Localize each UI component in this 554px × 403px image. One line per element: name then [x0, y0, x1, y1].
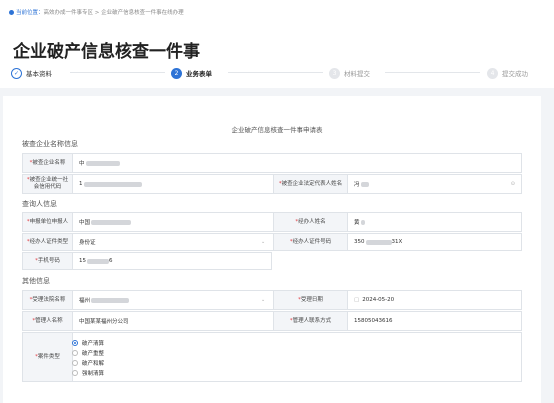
breadcrumb-prefix: 当前位置： — [16, 10, 44, 16]
credit-code-input[interactable]: 1 — [73, 175, 295, 193]
breadcrumb: 当前位置：高效办成一件事专区 > 企业破产信息核查一件事在线办理 — [9, 8, 184, 16]
admin-row: *管理人名称 中国某某福州分公司 *管理人联系方式 15805043616 — [22, 311, 522, 331]
step-business-form[interactable]: 2 业务表单 — [171, 66, 212, 80]
breadcrumb-home[interactable]: 高效办成一件事专区 — [44, 10, 94, 16]
breadcrumb-current: 企业破产信息核查一件事在线办理 — [101, 10, 184, 16]
section-other: 其他信息 — [22, 277, 50, 285]
progress-steps: ✓ 基本资料 2 业务表单 3 材料提交 4 提交成功 — [0, 66, 554, 82]
step-number: 3 — [329, 67, 340, 79]
phone-input[interactable]: 15 6 — [73, 253, 271, 269]
radio-button[interactable] — [72, 340, 78, 346]
step-label: 提交成功 — [502, 70, 528, 78]
step-number: 2 — [171, 67, 182, 79]
case-type-radio-group: 破产清算 破产重整 破产和解 强制清算 — [72, 338, 104, 378]
court-row: *受理法院名称 福州 ⌄ *受理日期 ▢ 2024-05-20 — [22, 290, 522, 310]
admin-name-input[interactable]: 中国某某福州分公司 — [73, 312, 273, 330]
radio-option[interactable]: 破产重整 — [72, 348, 104, 358]
field-label: *经办人姓名 — [273, 213, 348, 231]
form-title: 企业破产信息核查一件事申请表 — [231, 126, 323, 134]
enterprise-name-row: * 被查企业名称 中 — [22, 153, 522, 173]
field-label: *被查企业法定代表人姓名 — [273, 175, 348, 193]
accept-date-picker[interactable]: ▢ 2024-05-20 — [348, 291, 521, 309]
field-label: *手机号码 — [23, 253, 73, 269]
field-label: *受理法院名称 — [23, 291, 73, 309]
applicant-org-input[interactable]: 中国 — [73, 213, 295, 231]
credit-code-row: *被查企业统一社会信用代码 1 *被查企业法定代表人姓名 冯 ⊙ — [22, 174, 522, 194]
court-select[interactable]: 福州 — [73, 291, 273, 309]
step-connector — [228, 72, 323, 73]
id-type-select[interactable]: 身份证 — [73, 234, 273, 250]
search-icon[interactable]: ⊙ — [511, 181, 515, 187]
radio-button[interactable] — [72, 350, 78, 356]
step-connector — [385, 72, 480, 73]
field-label: *管理人联系方式 — [273, 312, 348, 330]
legal-rep-input[interactable]: 冯 — [348, 175, 521, 193]
field-label: *经办人证件号码 — [273, 234, 348, 250]
section-checked-enterprise: 被查企业名称信息 — [22, 140, 78, 148]
field-label: *经办人证件类型 — [23, 234, 73, 250]
chevron-down-icon[interactable]: ⌄ — [261, 239, 265, 245]
field-label: *案件类型 — [23, 333, 73, 381]
handler-name-input[interactable]: 黄 — [348, 213, 521, 231]
enterprise-name-input[interactable]: 中 — [73, 154, 521, 172]
calendar-icon: ▢ — [354, 297, 360, 303]
field-label: *受理日期 — [273, 291, 348, 309]
applicant-row: *申报单位申报人 中国 *经办人姓名 黄 — [22, 212, 522, 232]
field-label: *被查企业统一社会信用代码 — [23, 175, 73, 193]
step-materials[interactable]: 3 材料提交 — [329, 66, 370, 80]
phone-row: *手机号码 15 6 — [22, 252, 272, 270]
step-submitted[interactable]: 4 提交成功 — [487, 66, 528, 80]
check-icon: ✓ — [11, 67, 22, 79]
field-label: * 被查企业名称 — [23, 154, 73, 172]
step-number: 4 — [487, 67, 498, 79]
location-icon — [9, 10, 14, 15]
step-label: 材料提交 — [344, 70, 370, 78]
chevron-down-icon[interactable]: ⌄ — [261, 297, 265, 303]
step-label: 业务表单 — [186, 70, 212, 78]
breadcrumb-separator: > — [94, 10, 100, 16]
field-label: *管理人名称 — [23, 312, 73, 330]
page-title: 企业破产信息核查一件事 — [13, 42, 200, 62]
step-basic-info[interactable]: ✓ 基本资料 — [11, 66, 52, 80]
radio-button[interactable] — [72, 360, 78, 366]
radio-option[interactable]: 强制清算 — [72, 368, 104, 378]
step-label: 基本资料 — [26, 70, 52, 78]
step-connector — [70, 72, 165, 73]
section-query-person: 查询人信息 — [22, 200, 57, 208]
field-label: *申报单位申报人 — [23, 213, 73, 231]
id-row: *经办人证件类型 身份证 ⌄ *经办人证件号码 350 31X — [22, 233, 522, 251]
radio-option[interactable]: 破产清算 — [72, 338, 104, 348]
radio-option[interactable]: 破产和解 — [72, 358, 104, 368]
id-number-input[interactable]: 350 31X — [348, 234, 521, 250]
admin-contact-input[interactable]: 15805043616 — [348, 312, 521, 330]
radio-button[interactable] — [72, 370, 78, 376]
